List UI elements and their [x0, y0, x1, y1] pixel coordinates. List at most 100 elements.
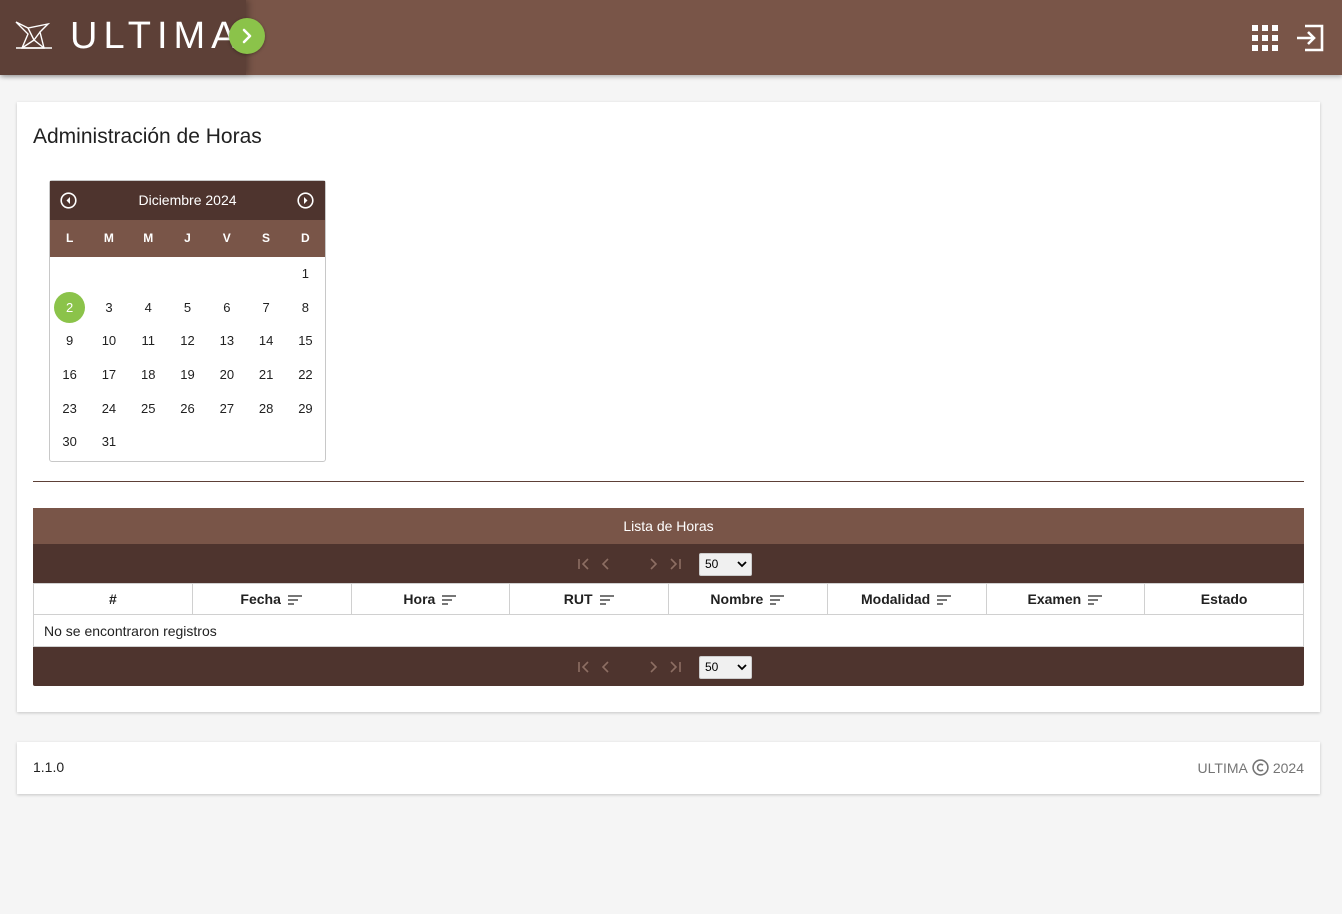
column-header-sortable[interactable]: Nombre — [668, 583, 828, 615]
calendar-day[interactable]: 25 — [129, 391, 168, 425]
calendar-day[interactable]: 21 — [246, 358, 285, 392]
calendar-day-label: 19 — [180, 367, 195, 383]
column-header: # — [33, 583, 193, 615]
calendar-day-label: 6 — [223, 299, 231, 315]
column-header-sortable[interactable]: Modalidad — [826, 583, 987, 615]
data-table: # Fecha Hora RUT Nombre Modalidad Examen… — [33, 583, 1304, 647]
first-page-icon[interactable] — [576, 556, 592, 572]
calendar-weekdays: L M M J V S D — [50, 220, 325, 257]
weekday-label: J — [184, 231, 191, 245]
sort-icon — [442, 595, 457, 606]
column-header-label: Nombre — [710, 591, 764, 607]
calendar-day[interactable]: 26 — [168, 391, 207, 425]
calendar-day[interactable]: 28 — [246, 391, 285, 425]
calendar-day[interactable]: 11 — [129, 324, 168, 358]
calendar-day[interactable]: 4 — [129, 291, 168, 325]
rows-per-page-select[interactable]: 50 — [699, 553, 752, 576]
rows-per-page-select[interactable]: 50 — [699, 656, 752, 679]
sort-icon — [599, 595, 614, 606]
last-page-icon[interactable] — [667, 659, 683, 675]
column-header-sortable[interactable]: RUT — [509, 583, 669, 615]
column-header-label: Fecha — [240, 591, 281, 607]
calendar-day-label: 11 — [141, 333, 155, 349]
calendar-day[interactable]: 27 — [207, 391, 246, 425]
calendar-day[interactable]: 6 — [207, 291, 246, 325]
calendar-day-selected[interactable]: 2 — [50, 291, 89, 325]
calendar-day-label: 8 — [301, 299, 310, 315]
weekday-label: M — [103, 231, 114, 245]
calendar-day[interactable]: 30 — [50, 425, 89, 459]
calendar-blank-cell — [50, 257, 89, 291]
column-header-sortable[interactable]: Hora — [350, 583, 511, 615]
chevron-down-icon — [737, 664, 747, 671]
calendar-day-label: 25 — [141, 400, 156, 416]
calendar-day[interactable]: 14 — [246, 324, 285, 358]
footer-brand: ULTIMA — [1197, 759, 1248, 776]
footer: 1.1.0 ULTIMA 2024 — [17, 742, 1320, 794]
calendar-day[interactable]: 8 — [286, 291, 325, 325]
menu-toggle-button[interactable] — [229, 18, 265, 54]
calendar-day[interactable]: 17 — [89, 358, 128, 392]
apps-grid-icon[interactable] — [1252, 25, 1278, 51]
last-page-icon[interactable] — [667, 556, 683, 572]
logout-icon[interactable] — [1294, 22, 1326, 54]
chevron-right-icon — [242, 28, 252, 44]
calendar-day[interactable]: 3 — [89, 291, 128, 325]
calendar-day[interactable]: 15 — [286, 324, 325, 358]
sort-icon — [287, 595, 302, 606]
column-header-label: Modalidad — [861, 591, 931, 607]
calendar-day[interactable]: 16 — [50, 358, 89, 392]
prev-page-icon[interactable] — [598, 659, 614, 675]
calendar-day[interactable]: 31 — [89, 425, 128, 459]
calendar-day[interactable]: 5 — [168, 291, 207, 325]
calendar-month-label: Diciembre 2024 — [138, 192, 237, 208]
calendar-day-label: 13 — [219, 333, 235, 349]
calendar-day[interactable]: 18 — [129, 358, 168, 392]
column-header-sortable[interactable]: Examen — [985, 583, 1146, 615]
calendar-day-label: 22 — [298, 367, 313, 383]
calendar-day[interactable]: 29 — [286, 391, 325, 425]
calendar-blank-cell — [168, 257, 207, 291]
footer-year: 2024 — [1272, 759, 1304, 776]
topbar: ULTIMA — [0, 0, 1342, 75]
calendar-day[interactable]: 12 — [168, 324, 207, 358]
calendar-day-label: 14 — [258, 333, 274, 349]
calendar-day[interactable]: 13 — [207, 324, 246, 358]
logo-box: ULTIMA — [0, 0, 246, 75]
next-page-icon[interactable] — [645, 556, 661, 572]
calendar-day[interactable]: 7 — [246, 291, 285, 325]
calendar-day[interactable]: 23 — [50, 391, 89, 425]
column-header-label: Estado — [1200, 591, 1248, 607]
weekday-label: L — [65, 231, 74, 245]
calendar-blank-cell — [246, 257, 285, 291]
paginator-top: 50 — [33, 544, 1304, 583]
column-header-label: # — [108, 591, 117, 607]
calendar-day[interactable]: 10 — [89, 324, 128, 358]
calendar-day[interactable]: 9 — [50, 324, 89, 358]
calendar-day[interactable]: 1 — [286, 257, 325, 291]
calendar-day[interactable]: 22 — [286, 358, 325, 392]
calendar-day-label: 7 — [262, 299, 270, 315]
calendar-day[interactable]: 24 — [89, 391, 128, 425]
calendar-day-label: 18 — [141, 367, 156, 383]
empty-message: No se encontraron registros — [33, 614, 1304, 647]
next-page-icon[interactable] — [645, 659, 661, 675]
first-page-icon[interactable] — [576, 659, 592, 675]
copyright: ULTIMA 2024 — [1198, 759, 1304, 776]
column-header-label: Examen — [1027, 591, 1082, 607]
circle-chevron-right-icon[interactable] — [297, 192, 314, 209]
weekday-label: S — [262, 231, 271, 245]
column-header: Estado — [1144, 583, 1304, 615]
calendar-day-label: 9 — [66, 333, 74, 349]
calendar-day-label: 23 — [62, 400, 77, 416]
chevron-down-icon — [737, 561, 747, 568]
calendar-day[interactable]: 20 — [207, 358, 246, 392]
calendar-day-label: 27 — [219, 400, 235, 416]
calendar-day-label: 10 — [101, 333, 117, 349]
calendar-day-label: 15 — [298, 333, 313, 349]
rows-per-page-value: 50 — [705, 660, 719, 674]
prev-page-icon[interactable] — [598, 556, 614, 572]
calendar-day-label: 1 — [301, 266, 310, 282]
column-header-sortable[interactable]: Fecha — [191, 583, 352, 615]
calendar-day[interactable]: 19 — [168, 358, 207, 392]
